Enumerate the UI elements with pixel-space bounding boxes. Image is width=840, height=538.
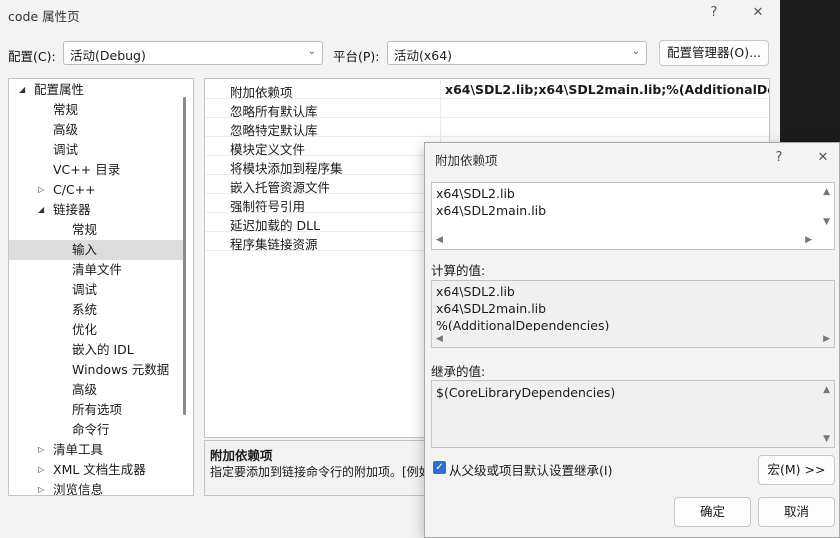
description-text: 指定要添加到链接命令行的附加项。[例如: [210, 465, 431, 479]
tree-item[interactable]: 优化: [9, 320, 185, 340]
tree-item-label: 系统: [72, 302, 98, 317]
collapsed-arrow-icon[interactable]: ▷: [38, 440, 44, 460]
tree-item[interactable]: ▷ 清单工具: [9, 440, 185, 460]
config-combo[interactable]: 活动(Debug) ⌄: [63, 41, 323, 65]
tree-item[interactable]: 高级: [9, 380, 185, 400]
macros-button[interactable]: 宏(M) >>: [758, 455, 835, 485]
config-value: 活动(Debug): [70, 48, 146, 63]
close-icon: ✕: [817, 150, 829, 165]
tree-item-label: XML 文档生成器: [53, 462, 146, 477]
collapsed-arrow-icon[interactable]: ▷: [38, 460, 44, 480]
config-manager-button[interactable]: 配置管理器(O)...: [659, 40, 769, 66]
checkmark-icon: ✓: [435, 462, 444, 473]
close-button[interactable]: ✕: [746, 4, 770, 22]
evaluated-label: 计算的值:: [431, 263, 486, 278]
tree-item-label: 调试: [53, 142, 79, 157]
cancel-button[interactable]: 取消: [758, 497, 835, 527]
tree-item[interactable]: 命令行: [9, 420, 185, 440]
tree-item-label: 高级: [72, 382, 98, 397]
evaluated-value-box: x64\SDL2.lib x64\SDL2main.lib %(Addition…: [431, 280, 835, 348]
tree-item[interactable]: 常规: [9, 220, 185, 240]
scroll-up-icon[interactable]: ▲: [823, 187, 830, 197]
tree-item-label: 清单工具: [53, 442, 104, 457]
dialog-title: 附加依赖项: [435, 153, 498, 168]
help-button[interactable]: ?: [702, 4, 726, 22]
ok-button[interactable]: 确定: [674, 497, 751, 527]
tree-item-label: 所有选项: [72, 402, 123, 417]
tree-item-label: 嵌入的 IDL: [72, 342, 134, 357]
property-row[interactable]: 附加依赖项 x64\SDL2.lib;x64\SDL2main.lib;%(Add…: [205, 80, 769, 100]
property-row[interactable]: 忽略所有默认库: [205, 99, 769, 119]
tree-item-label: 命令行: [72, 422, 110, 437]
tree-item-label: 浏览信息: [53, 482, 104, 496]
scroll-left-icon[interactable]: ◀: [436, 334, 443, 344]
scroll-right-icon[interactable]: ▶: [823, 334, 830, 344]
tree-scrollbar[interactable]: [183, 97, 186, 415]
evaluated-line: x64\SDL2main.lib: [436, 301, 547, 316]
chevron-down-icon: ⌄: [307, 46, 316, 57]
scroll-down-icon[interactable]: ▼: [823, 434, 830, 444]
description-title: 附加依赖项: [210, 448, 273, 463]
scroll-left-icon[interactable]: ◀: [436, 235, 443, 245]
property-value[interactable]: x64\SDL2.lib;x64\SDL2main.lib;%(Addition…: [445, 82, 769, 97]
tree-item-label: 高级: [53, 122, 79, 137]
tree-item[interactable]: 所有选项: [9, 400, 185, 420]
inherit-checkbox[interactable]: ✓: [433, 461, 446, 474]
collapsed-arrow-icon[interactable]: ▷: [38, 480, 44, 495]
inherited-value-box: $(CoreLibraryDependencies) ▲ ▼: [431, 380, 835, 448]
inherited-line: $(CoreLibraryDependencies): [436, 385, 616, 400]
tree-item-label: 链接器: [53, 202, 91, 217]
dialog-close-button[interactable]: ✕: [811, 149, 835, 167]
tree-item[interactable]: ▷ C/C++: [9, 180, 185, 200]
tree-item[interactable]: Windows 元数据: [9, 360, 185, 380]
platform-label: 平台(P):: [333, 49, 380, 64]
platform-value: 活动(x64): [394, 48, 453, 63]
tree-item[interactable]: 输入: [9, 240, 185, 260]
config-label: 配置(C):: [8, 49, 56, 64]
tree-item-label: 清单文件: [72, 262, 123, 277]
collapsed-arrow-icon[interactable]: ▷: [38, 180, 44, 200]
dialog-help-button[interactable]: ?: [767, 149, 791, 167]
dependencies-edit[interactable]: x64\SDL2.lib x64\SDL2main.lib ▲ ▼ ◀ ▶: [431, 182, 835, 250]
tree-item[interactable]: ▷ XML 文档生成器: [9, 460, 185, 480]
edit-line: x64\SDL2.lib: [436, 186, 515, 201]
tree-item[interactable]: 系统: [9, 300, 185, 320]
expanded-arrow-icon[interactable]: ◢: [38, 200, 44, 220]
inherited-label: 继承的值:: [431, 364, 486, 379]
platform-combo[interactable]: 活动(x64) ⌄: [387, 41, 647, 65]
window-title: code 属性页: [8, 9, 80, 24]
tree-item-label: 常规: [53, 102, 79, 117]
scroll-up-icon[interactable]: ▲: [823, 385, 830, 395]
evaluated-line: x64\SDL2.lib: [436, 284, 515, 299]
scroll-down-icon[interactable]: ▼: [823, 217, 830, 227]
inherit-checkbox-label[interactable]: 从父级或项目默认设置继承(I): [449, 460, 612, 479]
property-tree: ◢ 配置属性 常规 高级 调试 VC++ 目录 ▷ C/C++ ◢ 链接器 常规 输入 清单文件 调试 系统…: [8, 78, 194, 496]
tree-item-label: 输入: [72, 242, 98, 257]
tree-item[interactable]: 调试: [9, 280, 185, 300]
property-name: 程序集链接资源: [230, 237, 318, 252]
tree-item[interactable]: 调试: [9, 140, 185, 160]
tree-item[interactable]: ◢ 链接器: [9, 200, 185, 220]
expanded-arrow-icon[interactable]: ◢: [19, 80, 25, 100]
tree-item-label: Windows 元数据: [72, 362, 170, 377]
tree-item[interactable]: 清单文件: [9, 260, 185, 280]
tree-item[interactable]: ▷ 浏览信息: [9, 480, 185, 496]
tree-item-label: VC++ 目录: [53, 162, 121, 177]
tree-item-label: 优化: [72, 322, 98, 337]
additional-dependencies-dialog: 附加依赖项 ? ✕ x64\SDL2.lib x64\SDL2main.lib …: [424, 142, 840, 538]
property-row[interactable]: 忽略特定默认库: [205, 118, 769, 138]
tree-item[interactable]: VC++ 目录: [9, 160, 185, 180]
tree-item[interactable]: ◢ 配置属性: [9, 80, 185, 100]
tree-item[interactable]: 嵌入的 IDL: [9, 340, 185, 360]
tree-item-label: 常规: [72, 222, 98, 237]
tree-item-label: 调试: [72, 282, 98, 297]
chevron-down-icon: ⌄: [631, 46, 640, 57]
tree-item[interactable]: 高级: [9, 120, 185, 140]
scroll-right-icon[interactable]: ▶: [805, 235, 812, 245]
tree-item-label: C/C++: [53, 182, 96, 197]
tree-item[interactable]: 常规: [9, 100, 185, 120]
close-icon: ✕: [752, 5, 764, 20]
edit-line: x64\SDL2main.lib: [436, 203, 547, 218]
tree-item-label: 配置属性: [34, 82, 85, 97]
